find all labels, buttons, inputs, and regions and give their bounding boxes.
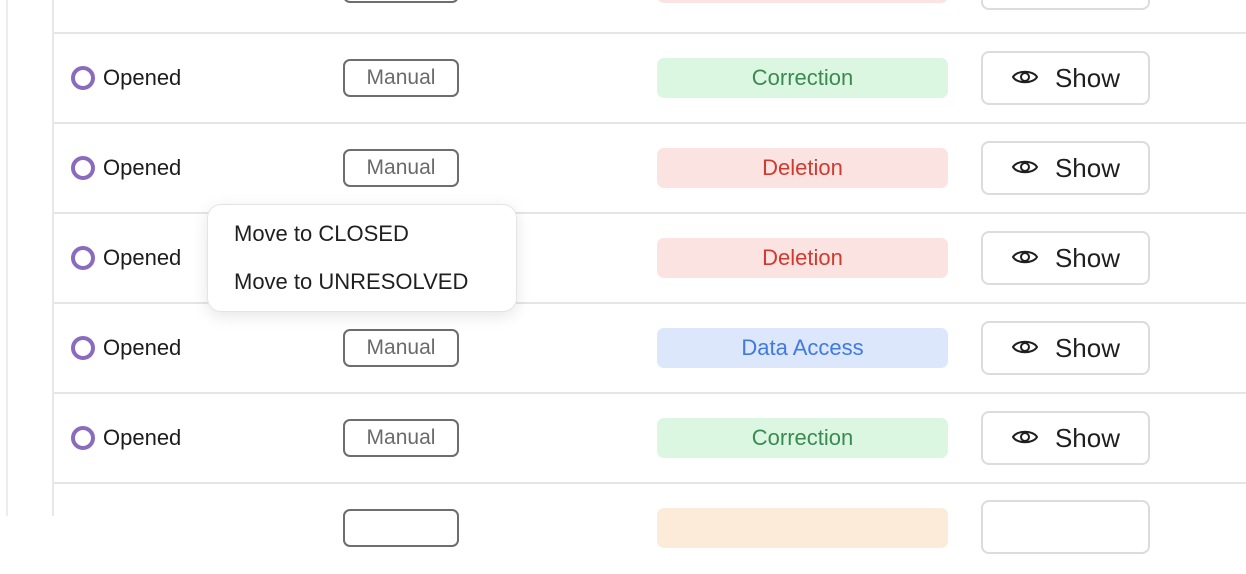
type-tag: Correction — [657, 418, 948, 458]
type-tag — [657, 0, 948, 3]
show-button[interactable]: Show — [981, 411, 1150, 465]
status-label: Opened — [103, 155, 182, 180]
menu-item-move-to-unresolved[interactable]: Move to UNRESOLVED — [208, 263, 516, 311]
table-row-partial-bottom — [54, 484, 1246, 574]
status-cell: Opened — [71, 334, 181, 362]
type-tag — [657, 508, 948, 548]
table-row: Opened Manual Correction Show — [54, 33, 1246, 123]
status-opened-icon — [71, 426, 95, 450]
eye-icon — [1011, 153, 1039, 184]
table-row: Opened Manual Deletion Show — [54, 123, 1246, 213]
eye-icon — [1011, 423, 1039, 454]
status-label: Opened — [103, 335, 182, 360]
source-tag — [343, 509, 459, 547]
show-button[interactable]: Show — [981, 231, 1150, 285]
source-tag: Manual — [343, 149, 459, 187]
status-opened-icon — [71, 66, 95, 90]
status-cell: Opened — [71, 424, 181, 452]
status-label: Opened — [103, 65, 182, 90]
type-tag: Correction — [657, 58, 948, 98]
source-tag: Manual — [343, 419, 459, 457]
eye-icon — [1011, 333, 1039, 364]
type-tag: Data Access — [657, 328, 948, 368]
eye-icon — [1011, 63, 1039, 94]
show-button-label: Show — [1054, 332, 1121, 363]
status-cell: Opened — [71, 154, 181, 182]
source-tag: Manual — [343, 329, 459, 367]
table-row: Opened Manual Correction Show — [54, 393, 1246, 483]
show-button-label: Show — [1054, 62, 1121, 93]
status-opened-icon — [71, 156, 95, 180]
show-button-label: Show — [1054, 242, 1121, 273]
panel-border — [6, 0, 8, 516]
status-label: Opened — [103, 425, 182, 450]
show-button[interactable]: Show — [981, 51, 1150, 105]
status-cell: Opened — [71, 244, 181, 272]
show-button[interactable] — [981, 0, 1150, 10]
show-button[interactable]: Show — [981, 321, 1150, 375]
table-row-partial-top — [54, 0, 1246, 33]
status-opened-icon — [71, 246, 95, 270]
source-tag — [343, 0, 459, 3]
show-button-label: Show — [1054, 152, 1121, 183]
type-tag: Deletion — [657, 238, 948, 278]
eye-icon — [1011, 243, 1039, 274]
status-context-menu: Move to CLOSED Move to UNRESOLVED — [207, 204, 517, 312]
type-tag: Deletion — [657, 148, 948, 188]
status-label: Opened — [103, 245, 182, 270]
status-cell: Opened — [71, 64, 181, 92]
source-tag: Manual — [343, 59, 459, 97]
table-row: Opened Manual Data Access Show — [54, 303, 1246, 393]
status-opened-icon — [71, 336, 95, 360]
show-button-label: Show — [1054, 422, 1121, 453]
show-button[interactable] — [981, 500, 1150, 554]
menu-item-move-to-closed[interactable]: Move to CLOSED — [208, 215, 516, 263]
show-button[interactable]: Show — [981, 141, 1150, 195]
